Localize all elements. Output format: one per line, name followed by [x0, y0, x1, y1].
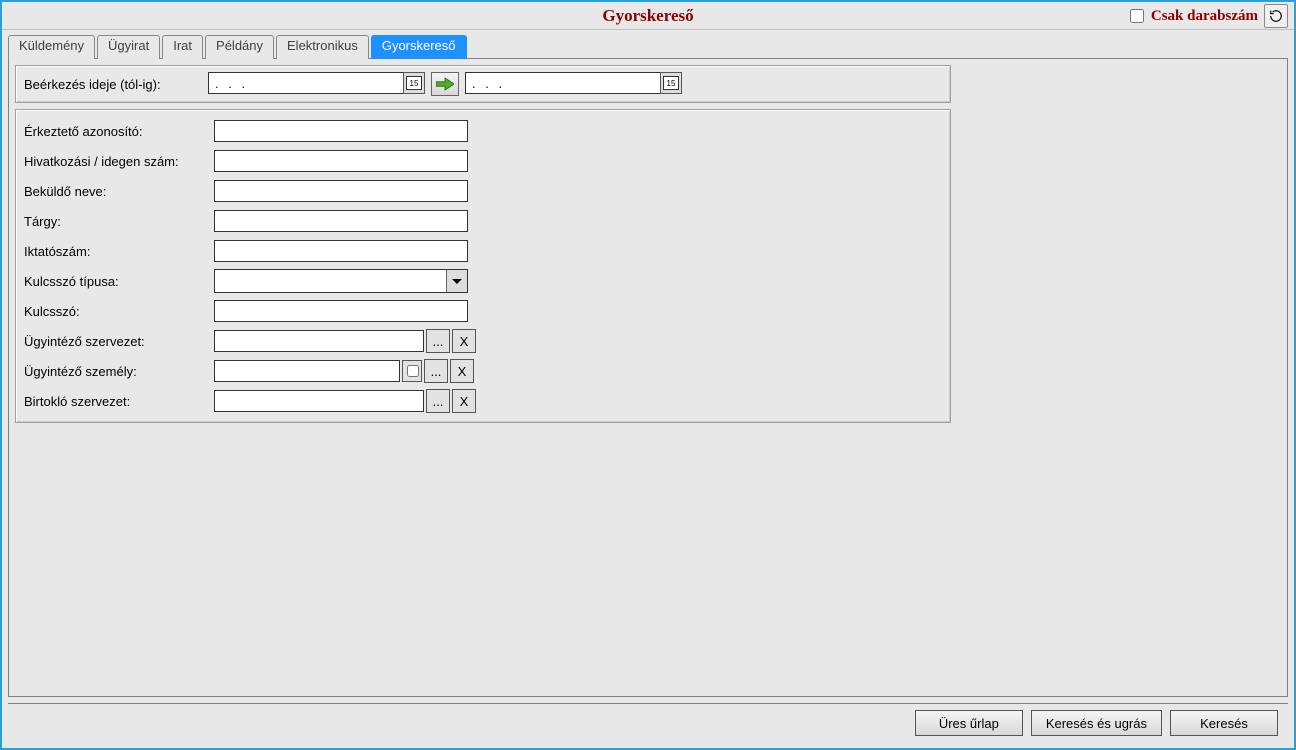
tab-kuldemeny[interactable]: Küldemény — [8, 35, 95, 59]
input-bekuldo[interactable] — [214, 180, 468, 202]
bottom-bar: Üres űrlap Keresés és ugrás Keresés — [8, 703, 1288, 742]
row-iktatoszam: Iktatószám: — [24, 236, 942, 266]
page-title: Gyorskereső — [602, 6, 693, 26]
ugyintezo-szemely-checkbox[interactable] — [407, 365, 419, 377]
date-to-calendar-button[interactable]: 15 — [660, 72, 682, 94]
refresh-icon — [1269, 9, 1283, 23]
clear-birtoklo-szervezet-button[interactable]: X — [452, 389, 476, 413]
label-bekuldo: Beküldő neve: — [24, 184, 214, 199]
arrow-right-icon — [436, 77, 454, 91]
ugyintezo-szemely-checkbox-wrap[interactable] — [402, 360, 422, 382]
label-ugyintezo-szemely: Ügyintéző személy: — [24, 364, 214, 379]
label-ugyintezo-szervezet: Ügyintéző szervezet: — [24, 334, 214, 349]
only-count-checkbox[interactable] — [1130, 9, 1144, 23]
refresh-button[interactable] — [1264, 4, 1288, 28]
title-bar: Gyorskereső Csak darabszám — [2, 2, 1294, 30]
chevron-down-icon[interactable] — [446, 270, 467, 292]
date-from-input[interactable] — [208, 72, 404, 94]
row-birtoklo-szervezet: Birtokló szervezet: ... X — [24, 386, 942, 416]
input-targy[interactable] — [214, 210, 468, 232]
tab-peldany[interactable]: Példány — [205, 35, 274, 59]
clear-ugyintezo-szervezet-button[interactable]: X — [452, 329, 476, 353]
combo-kulcsszo-tipus[interactable] — [214, 269, 468, 293]
row-erkezteto: Érkeztető azonosító: — [24, 116, 942, 146]
input-erkezteto[interactable] — [214, 120, 468, 142]
lookup-birtoklo-szervezet-button[interactable]: ... — [426, 389, 450, 413]
row-ugyintezo-szemely: Ügyintéző személy: ... X — [24, 356, 942, 386]
date-to-input[interactable] — [465, 72, 661, 94]
row-bekuldo: Beküldő neve: — [24, 176, 942, 206]
date-from-wrap: 15 — [208, 72, 425, 96]
search-button[interactable]: Keresés — [1170, 710, 1278, 736]
calendar-icon: 15 — [406, 76, 422, 90]
input-ugyintezo-szervezet[interactable] — [214, 330, 424, 352]
only-count-label: Csak darabszám — [1151, 8, 1258, 25]
search-and-jump-button[interactable]: Keresés és ugrás — [1031, 710, 1162, 736]
tab-elektronikus[interactable]: Elektronikus — [276, 35, 369, 59]
row-targy: Tárgy: — [24, 206, 942, 236]
date-to-wrap: 15 — [465, 72, 682, 96]
label-birtoklo-szervezet: Birtokló szervezet: — [24, 394, 214, 409]
date-range-panel: Beérkezés ideje (tól-ig): 15 15 — [15, 65, 951, 103]
calendar-icon: 15 — [663, 76, 679, 90]
clear-form-button[interactable]: Üres űrlap — [915, 710, 1023, 736]
tabs-row: Küldemény Ügyirat Irat Példány Elektroni… — [2, 30, 1294, 58]
input-ugyintezo-szemely[interactable] — [214, 360, 400, 382]
row-ugyintezo-szervezet: Ügyintéző szervezet: ... X — [24, 326, 942, 356]
input-birtoklo-szervezet[interactable] — [214, 390, 424, 412]
date-range-label: Beérkezés ideje (tól-ig): — [24, 77, 202, 92]
label-kulcsszo: Kulcsszó: — [24, 304, 214, 319]
label-hivatkozasi: Hivatkozási / idegen szám: — [24, 154, 214, 169]
app-window: Gyorskereső Csak darabszám Küldemény Ügy… — [0, 0, 1296, 750]
row-hivatkozasi: Hivatkozási / idegen szám: — [24, 146, 942, 176]
lookup-ugyintezo-szemely-button[interactable]: ... — [424, 359, 448, 383]
title-bar-right: Csak darabszám — [1126, 4, 1288, 28]
label-iktatoszam: Iktatószám: — [24, 244, 214, 259]
row-kulcsszo: Kulcsszó: — [24, 296, 942, 326]
tab-ugyirat[interactable]: Ügyirat — [97, 35, 160, 59]
tab-irat[interactable]: Irat — [162, 35, 203, 59]
label-erkezteto: Érkeztető azonosító: — [24, 124, 214, 139]
label-targy: Tárgy: — [24, 214, 214, 229]
search-fields-panel: Érkeztető azonosító: Hivatkozási / idege… — [15, 109, 951, 423]
input-kulcsszo[interactable] — [214, 300, 468, 322]
input-iktatoszam[interactable] — [214, 240, 468, 262]
row-kulcsszo-tipus: Kulcsszó típusa: — [24, 266, 942, 296]
clear-ugyintezo-szemely-button[interactable]: X — [450, 359, 474, 383]
input-hivatkozasi[interactable] — [214, 150, 468, 172]
lookup-ugyintezo-szervezet-button[interactable]: ... — [426, 329, 450, 353]
tab-gyorskereso[interactable]: Gyorskereső — [371, 35, 467, 59]
date-from-calendar-button[interactable]: 15 — [403, 72, 425, 94]
content-area: Beérkezés ideje (tól-ig): 15 15 — [8, 58, 1288, 697]
copy-date-forward-button[interactable] — [431, 72, 459, 96]
label-kulcsszo-tipus: Kulcsszó típusa: — [24, 274, 214, 289]
only-count-toggle[interactable]: Csak darabszám — [1126, 6, 1258, 26]
